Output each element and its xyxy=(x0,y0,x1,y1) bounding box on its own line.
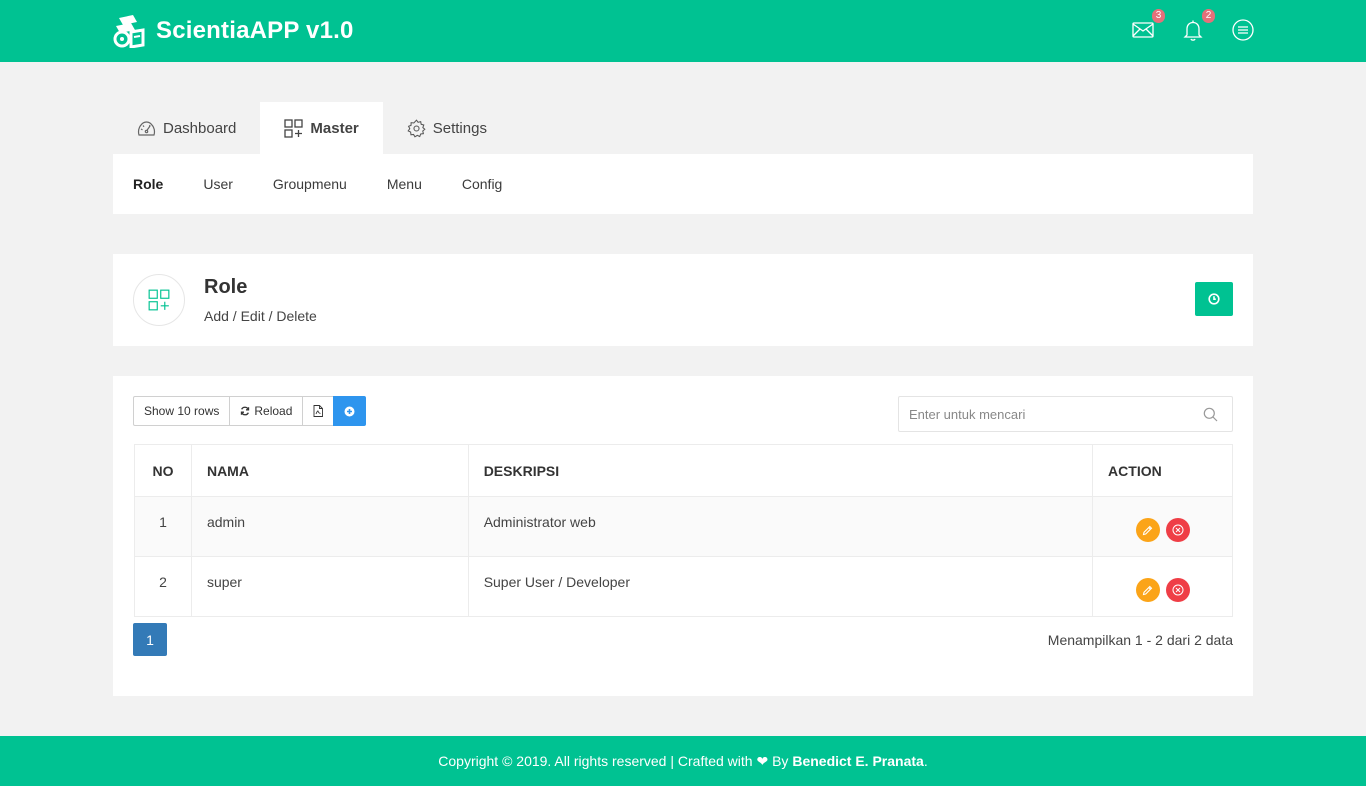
mail-button[interactable]: 3 xyxy=(1131,9,1165,42)
page-subtitle: Add / Edit / Delete xyxy=(204,308,317,324)
tab-master[interactable]: Master xyxy=(260,102,383,154)
delete-button[interactable] xyxy=(1165,578,1190,602)
page-title: Role xyxy=(204,276,248,298)
dashboard-gauge-icon xyxy=(137,120,156,136)
close-circle-icon xyxy=(1172,584,1184,596)
edit-button[interactable] xyxy=(1135,578,1160,602)
cell-action xyxy=(1092,556,1233,617)
main-tabs: Dashboard Master Settings xyxy=(113,102,511,154)
table-header-row: NO NAMA DESKRIPSI ACTION xyxy=(134,444,1233,497)
notification-button[interactable]: 2 xyxy=(1181,9,1215,42)
export-pdf-button[interactable] xyxy=(302,396,335,426)
column-header-nama[interactable]: NAMA xyxy=(190,444,469,497)
page-icon-circle xyxy=(133,274,185,326)
footer: Copyright © 2019. All rights reserved | … xyxy=(0,736,1366,786)
mail-count-badge: 3 xyxy=(1152,9,1165,23)
refresh-icon xyxy=(241,406,250,416)
tab-settings-label: Settings xyxy=(432,119,487,137)
cell-no: 2 xyxy=(134,556,192,617)
pencil-icon xyxy=(1142,525,1153,535)
notification-count-badge: 2 xyxy=(1202,9,1215,23)
table-row: 1 admin Administrator web xyxy=(134,496,1233,557)
footer-text: Copyright © 2019. All rights reserved | … xyxy=(438,752,793,769)
show-rows-button[interactable]: Show 10 rows xyxy=(133,396,231,426)
edit-button[interactable] xyxy=(1135,518,1160,542)
app-logo-icon xyxy=(113,15,145,48)
top-header: ScientiaAPP v1.0 3 2 xyxy=(0,0,1366,62)
role-table: NO NAMA DESKRIPSI ACTION 1 admin Adminis… xyxy=(134,444,1233,617)
column-header-deskripsi[interactable]: DESKRIPSI xyxy=(467,444,1094,497)
table-row: 2 super Super User / Developer xyxy=(134,556,1233,617)
app-title: ScientiaAPP v1.0 xyxy=(156,17,354,44)
add-button[interactable] xyxy=(333,396,367,426)
table-toolbar: Show 10 rows Reload xyxy=(133,396,367,426)
pagination-info: Menampilkan 1 - 2 dari 2 data xyxy=(1047,632,1233,648)
subnav-item-groupmenu[interactable]: Groupmenu xyxy=(273,176,347,192)
tab-settings[interactable]: Settings xyxy=(383,102,511,154)
cell-deskripsi: Super User / Developer xyxy=(467,556,1094,617)
search-input[interactable] xyxy=(899,397,1189,431)
sub-navigation: Role User Groupmenu Menu Config xyxy=(113,154,1253,214)
cell-nama: admin xyxy=(190,496,469,557)
close-circle-icon xyxy=(1172,524,1184,536)
add-circle-icon xyxy=(344,406,355,416)
cell-action xyxy=(1092,496,1233,557)
menu-lines-icon xyxy=(1232,19,1254,41)
search-box xyxy=(898,396,1233,432)
history-button[interactable] xyxy=(1195,282,1233,316)
subnav-item-menu[interactable]: Menu xyxy=(387,176,422,192)
subnav-item-user[interactable]: User xyxy=(203,176,233,192)
master-grid-icon xyxy=(148,289,170,311)
pdf-file-icon xyxy=(313,405,324,417)
profile-menu-button[interactable] xyxy=(1231,18,1255,42)
cell-no: 1 xyxy=(134,496,192,557)
pagination-page-1[interactable]: 1 xyxy=(133,623,167,656)
reload-label: Reload xyxy=(254,404,293,418)
pencil-icon xyxy=(1142,585,1153,595)
cell-nama: super xyxy=(190,556,469,617)
bell-icon xyxy=(1183,20,1203,41)
footer-end: . xyxy=(923,753,928,769)
column-header-action: ACTION xyxy=(1092,444,1233,497)
footer-author-link[interactable]: Benedict E. Pranata xyxy=(792,753,924,769)
mail-icon xyxy=(1132,22,1154,38)
subnav-item-config[interactable]: Config xyxy=(462,176,502,192)
subnav-item-role[interactable]: Role xyxy=(133,176,163,192)
tab-master-label: Master xyxy=(310,119,359,137)
clock-icon xyxy=(1208,293,1220,305)
delete-button[interactable] xyxy=(1165,518,1190,542)
tab-dashboard[interactable]: Dashboard xyxy=(113,102,260,154)
table-card: Show 10 rows Reload Enter untuk mencari … xyxy=(113,376,1253,696)
cell-deskripsi: Administrator web xyxy=(467,496,1094,557)
tab-dashboard-label: Dashboard xyxy=(163,119,237,137)
master-grid-icon xyxy=(284,118,304,138)
gear-icon xyxy=(407,118,426,138)
show-rows-label: Show 10 rows xyxy=(144,404,220,418)
reload-button[interactable]: Reload xyxy=(229,396,304,426)
search-icon[interactable] xyxy=(1203,407,1218,422)
page-header-card: Role Add / Edit / Delete xyxy=(113,254,1253,346)
column-header-no[interactable]: NO xyxy=(134,444,192,497)
brand[interactable]: ScientiaAPP v1.0 xyxy=(113,13,354,49)
